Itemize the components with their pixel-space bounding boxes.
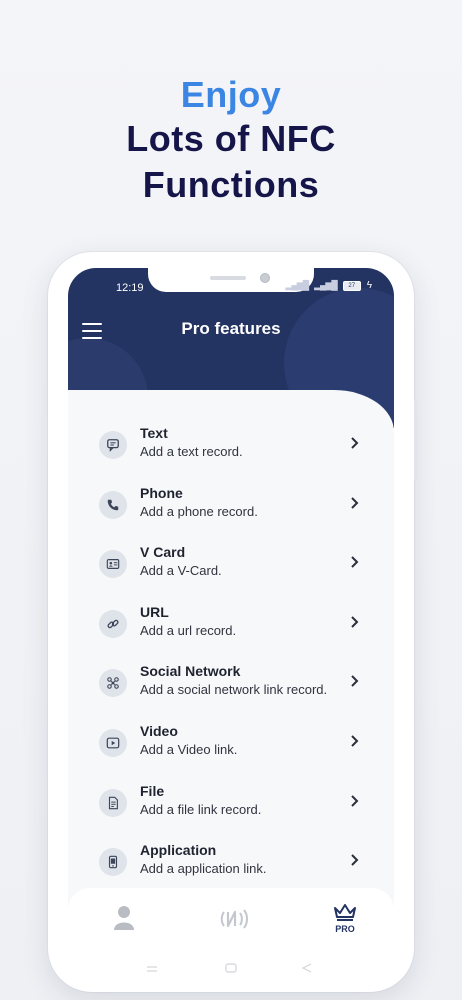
feature-subtitle: Add a Video link. <box>140 741 238 757</box>
feature-item-video[interactable]: Video Add a Video link. <box>68 716 394 776</box>
feature-item-phone[interactable]: Phone Add a phone record. <box>68 478 394 538</box>
promo-headline: Enjoy Lots of NFC Functions <box>0 74 462 208</box>
social-network-icon <box>99 669 127 698</box>
chevron-right-icon <box>351 496 359 509</box>
chevron-right-icon <box>351 556 359 568</box>
nfc-icon[interactable] <box>218 904 252 934</box>
feature-item-vcard[interactable]: V Card Add a V-Card. <box>68 537 394 597</box>
feature-subtitle: Add a V-Card. <box>140 563 222 579</box>
recent-apps-icon[interactable] <box>146 960 158 978</box>
mobile-app-icon <box>99 848 127 877</box>
back-icon[interactable] <box>301 960 313 978</box>
feature-title: URL <box>140 603 169 620</box>
feature-title: V Card <box>140 544 186 561</box>
headline-line-2: Lots of NFC <box>126 118 336 159</box>
headline-line-1: Enjoy <box>180 74 282 115</box>
charging-icon: ϟ <box>366 280 372 291</box>
feature-title: Application <box>140 842 217 859</box>
feature-item-application[interactable]: Application Add a application link. <box>68 835 394 895</box>
profile-icon[interactable] <box>112 904 136 934</box>
feature-title: Social Network <box>140 663 241 680</box>
feature-subtitle: Add a text record. <box>140 444 243 459</box>
feature-title: Video <box>140 722 178 739</box>
feature-subtitle: Add a phone record. <box>140 503 258 519</box>
chevron-right-icon <box>351 794 359 807</box>
feature-title: File <box>140 782 165 799</box>
feature-subtitle: Add a social network link record. <box>140 682 328 698</box>
page-title: Pro features <box>181 319 281 338</box>
signal-icon: ▂▄▆█ <box>314 280 338 290</box>
chevron-right-icon <box>351 735 359 747</box>
feature-item-text[interactable]: Text Add a text record. <box>68 418 394 478</box>
feature-subtitle: Add a application link. <box>140 861 267 877</box>
signal-icon: ▂▄▆█ <box>285 280 309 290</box>
speaker-grille <box>210 276 246 280</box>
feature-subtitle: Add a url record. <box>140 622 237 638</box>
file-icon <box>99 788 127 817</box>
system-navigation-bar <box>68 954 394 974</box>
chevron-right-icon <box>351 616 359 628</box>
link-icon <box>99 609 127 638</box>
phone-side-button <box>414 400 418 480</box>
feature-list: Text Add a text record. Phone Add a phon… <box>68 418 394 895</box>
crown-icon <box>334 904 356 921</box>
message-icon <box>99 431 127 459</box>
chevron-right-icon <box>351 675 359 688</box>
phone-icon <box>99 490 127 519</box>
front-camera <box>260 273 270 283</box>
contact-card-icon <box>99 550 127 579</box>
chevron-right-icon <box>351 437 359 449</box>
status-time: 12:19 <box>116 282 144 294</box>
pro-tab[interactable]: PRO <box>330 902 360 938</box>
bottom-navigation: PRO <box>68 888 394 978</box>
home-icon[interactable] <box>225 960 237 978</box>
feature-item-social-network[interactable]: Social Network Add a social network link… <box>68 656 394 716</box>
headline-line-3: Functions <box>142 164 320 205</box>
battery-icon: 27 <box>342 280 361 291</box>
chevron-right-icon <box>351 854 359 866</box>
feature-subtitle: Add a file link record. <box>140 801 262 817</box>
feature-title: Phone <box>140 484 183 501</box>
app-screen: 12:19 ▂▄▆█ ▂▄▆█ 27 ϟ Pro features Text A… <box>68 268 394 978</box>
phone-frame: 12:19 ▂▄▆█ ▂▄▆█ 27 ϟ Pro features Text A… <box>48 252 418 992</box>
feature-item-file[interactable]: File Add a file link record. <box>68 776 394 836</box>
status-icons: ▂▄▆█ ▂▄▆█ 27 ϟ <box>285 280 372 291</box>
pro-tab-label: PRO <box>335 924 355 934</box>
feature-title: Text <box>140 425 168 441</box>
video-icon <box>99 728 127 757</box>
feature-item-url[interactable]: URL Add a url record. <box>68 597 394 657</box>
